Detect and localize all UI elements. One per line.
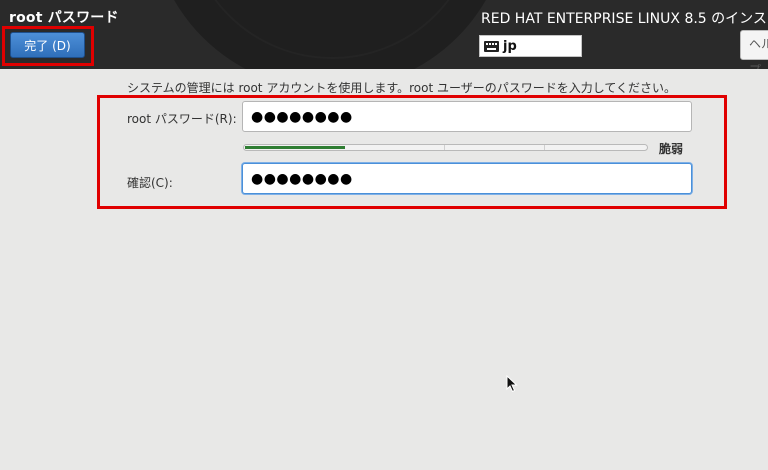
confirm-password-label: 確認(C): — [127, 176, 173, 190]
root-password-label: root パスワード(R): — [127, 112, 237, 126]
password-strength-bar — [243, 144, 648, 151]
root-password-input[interactable] — [242, 101, 692, 132]
product-title: RED HAT ENTERPRISE LINUX 8.5 のインストール — [481, 11, 768, 27]
done-button-label: 完了 (D) — [24, 38, 71, 53]
keyboard-layout-label: jp — [503, 38, 517, 54]
strength-divider — [444, 145, 445, 150]
strength-divider — [544, 145, 545, 150]
help-button[interactable]: ヘルプ — [740, 30, 768, 69]
root-password-screen: root パスワード 完了 (D) RED HAT ENTERPRISE LIN… — [0, 0, 768, 470]
password-strength-fill — [245, 146, 345, 149]
done-button[interactable]: 完了 (D) — [10, 32, 85, 58]
keyboard-layout-indicator[interactable]: jp — [479, 35, 582, 57]
help-button-label: ヘルプ — [749, 37, 768, 69]
form-description: システムの管理には root アカウントを使用します。root ユーザーのパスワ… — [127, 81, 677, 95]
password-strength-label: 脆弱 — [659, 142, 684, 156]
page-title: root パスワード — [9, 10, 119, 26]
keyboard-icon — [484, 40, 499, 52]
mouse-cursor-icon — [506, 375, 518, 393]
confirm-password-input[interactable] — [242, 163, 692, 194]
header-bar: root パスワード 完了 (D) RED HAT ENTERPRISE LIN… — [0, 0, 768, 69]
